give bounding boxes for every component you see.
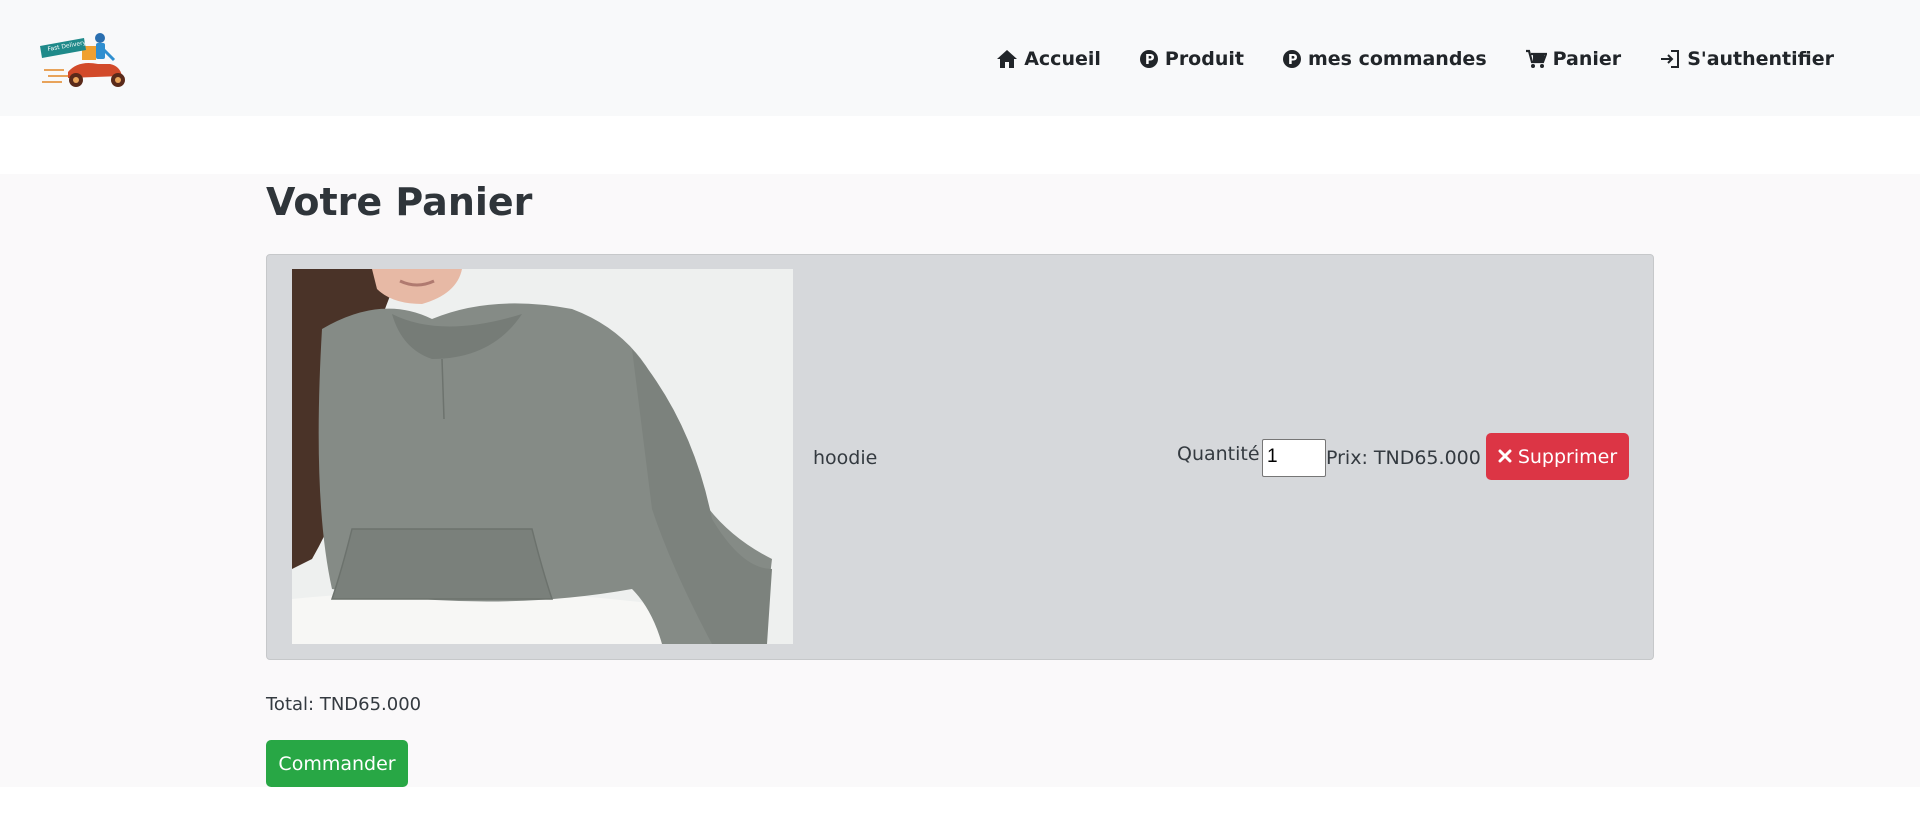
nav-item-accueil[interactable]: Accueil <box>996 48 1101 70</box>
nav-item-mes-commandes[interactable]: P mes commandes <box>1282 48 1487 70</box>
nav-links: Accueil P Produit P mes commandes Panier… <box>996 44 1834 74</box>
delete-button-label: Supprimer <box>1517 445 1618 468</box>
order-button[interactable]: Commander <box>266 740 408 787</box>
product-name: hoodie <box>813 447 878 469</box>
nav-item-label: Panier <box>1552 48 1622 70</box>
quantity-label: Quantité : <box>1177 443 1272 465</box>
home-icon <box>996 49 1018 69</box>
delete-button[interactable]: Supprimer <box>1486 433 1629 480</box>
svg-text:P: P <box>1145 53 1155 68</box>
item-price: Prix: TND65.000 <box>1326 447 1481 469</box>
svg-text:P: P <box>1288 53 1298 68</box>
sign-in-icon <box>1659 49 1681 69</box>
nav-item-label: Produit <box>1164 48 1244 70</box>
cart-section: Votre Panier hoodie Quantité: 1 Prix: T… <box>0 174 1920 787</box>
nav-item-label: S'authentifier <box>1687 48 1834 70</box>
p-circle-icon: P <box>1139 49 1159 69</box>
cart-item-card: hoodie Quantité : 1 Prix: TND65.000 Supp… <box>266 254 1654 660</box>
nav-item-label: mes commandes <box>1307 48 1487 70</box>
nav-item-label: Accueil <box>1024 48 1101 70</box>
nav-item-sauthentifier[interactable]: S'authentifier <box>1659 48 1834 70</box>
brand-logo[interactable]: Fast Delivery <box>38 26 136 90</box>
nav-item-panier[interactable]: Panier <box>1525 48 1622 70</box>
nav-item-produit[interactable]: P Produit <box>1139 48 1244 70</box>
product-image <box>292 269 793 644</box>
cart-total: Total: TND65.000 <box>266 694 422 715</box>
close-icon <box>1498 446 1512 468</box>
page-title: Votre Panier <box>266 180 533 224</box>
navbar: Fast Delivery Accueil P Produit P mes co… <box>0 0 1920 116</box>
p-circle-icon: P <box>1282 49 1302 69</box>
cart-icon <box>1525 49 1547 69</box>
quantity-input[interactable]: 1 <box>1262 439 1326 477</box>
